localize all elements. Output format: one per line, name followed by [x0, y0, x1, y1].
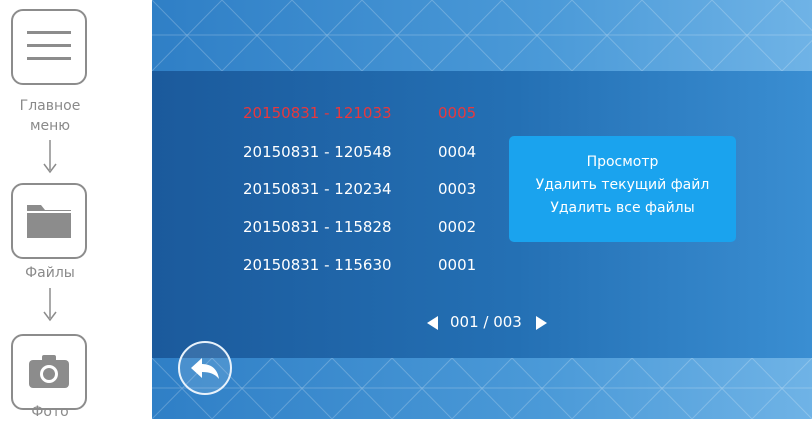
guide-label-main-menu: Главное меню	[19, 98, 81, 134]
back-arrow-icon	[191, 358, 219, 379]
file-number: 0003	[438, 180, 477, 198]
bottom-decorative-band	[152, 358, 812, 419]
pager: 001 / 003	[427, 310, 547, 334]
file-row[interactable]: 20150831 - 115828 0002	[243, 215, 476, 239]
file-name: 20150831 - 120548	[243, 143, 392, 161]
back-button[interactable]	[178, 341, 232, 395]
guide-label-files: Файлы	[25, 265, 75, 281]
top-decorative-band	[152, 0, 812, 71]
file-name: 20150831 - 115828	[243, 218, 392, 236]
file-context-menu: Просмотр Удалить текущий файл Удалить вс…	[509, 136, 736, 242]
triangle-left-icon[interactable]	[427, 315, 438, 330]
file-number: 0005	[438, 104, 477, 122]
file-number: 0001	[438, 256, 477, 274]
guide-column: Главное меню Файлы Фото	[0, 0, 152, 420]
delete-all-files-menu-item[interactable]: Удалить все файлы	[509, 197, 736, 220]
file-row-selected[interactable]: 20150831 - 121033 0005	[243, 101, 476, 125]
folder-icon	[11, 183, 87, 259]
page-indicator: 001 / 003	[450, 313, 522, 331]
arrow-down-icon	[43, 288, 57, 322]
file-row[interactable]: 20150831 - 115630 0001	[243, 253, 476, 277]
guide-label-photo: Фото	[31, 404, 69, 420]
hamburger-menu-icon	[11, 9, 87, 85]
file-number: 0004	[438, 143, 477, 161]
delete-current-file-menu-item[interactable]: Удалить текущий файл	[509, 174, 736, 197]
view-menu-item[interactable]: Просмотр	[509, 151, 736, 174]
file-number: 0002	[438, 218, 477, 236]
file-row[interactable]: 20150831 - 120234 0003	[243, 177, 476, 201]
arrow-down-icon	[43, 140, 57, 174]
file-name: 20150831 - 121033	[243, 104, 392, 122]
device-screen: 20150831 - 121033 0005 20150831 - 120548 0…	[152, 0, 812, 419]
camera-icon	[11, 334, 87, 410]
file-row[interactable]: 20150831 - 120548 0004	[243, 140, 476, 164]
file-name: 20150831 - 120234	[243, 180, 392, 198]
file-name: 20150831 - 115630	[243, 256, 392, 274]
triangle-right-icon[interactable]	[535, 315, 547, 330]
